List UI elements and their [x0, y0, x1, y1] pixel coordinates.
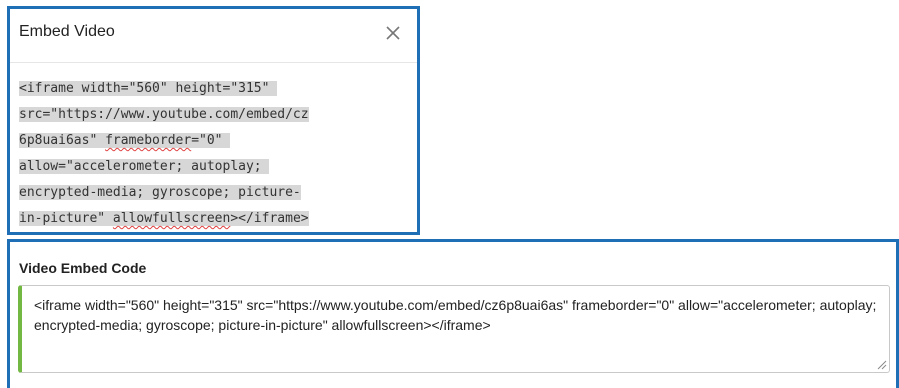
code-line: 6p8uai6as" frameborder="0": [19, 128, 369, 154]
misspelled-word: allowfullscreen: [112, 211, 231, 226]
close-button[interactable]: [383, 23, 403, 43]
selected-text: allow="accelerometer; autoplay;: [19, 159, 270, 174]
misspelled-word: frameborder: [105, 133, 192, 148]
dialog-title: Embed Video: [19, 23, 115, 40]
dialog-header: Embed Video: [10, 9, 417, 63]
code-segment: encrypted-media; gyroscope; picture-: [19, 185, 301, 200]
code-segment: in-picture": [19, 211, 113, 226]
code-line: <iframe width="560" height="315": [19, 76, 369, 102]
selected-text: in-picture" allowfullscreen></iframe>: [19, 211, 309, 226]
field-label: Video Embed Code: [19, 260, 147, 276]
code-segment: allow="accelerometer; autoplay;: [19, 159, 270, 174]
code-line: in-picture" allowfullscreen></iframe>: [19, 206, 369, 232]
code-line: allow="accelerometer; autoplay;: [19, 154, 369, 180]
embed-video-dialog: Embed Video <iframe width="560" height="…: [7, 6, 420, 235]
close-icon: [386, 26, 400, 40]
video-embed-code-panel: Video Embed Code <iframe width="560" hei…: [7, 239, 899, 388]
code-line: src="https://www.youtube.com/embed/cz: [19, 102, 369, 128]
selected-text: encrypted-media; gyroscope; picture-: [19, 185, 301, 200]
selected-text: src="https://www.youtube.com/embed/cz: [19, 107, 309, 122]
code-segment: ="0": [191, 133, 231, 148]
embed-code-textarea[interactable]: <iframe width="560" height="315" src="ht…: [18, 285, 890, 373]
code-segment: 6p8uai6as": [19, 133, 106, 148]
code-line: encrypted-media; gyroscope; picture-: [19, 180, 369, 206]
selected-text: <iframe width="560" height="315": [19, 81, 278, 96]
embed-code-value: <iframe width="560" height="315" src="ht…: [34, 297, 877, 333]
embed-code-text[interactable]: <iframe width="560" height="315" src="ht…: [19, 76, 369, 232]
code-segment: src="https://www.youtube.com/embed/cz: [19, 107, 309, 122]
selected-text: 6p8uai6as" frameborder="0": [19, 133, 231, 148]
resize-handle-icon[interactable]: [877, 360, 887, 370]
code-segment: <iframe width="560" height="315": [19, 81, 278, 96]
code-segment: ></iframe>: [230, 211, 309, 226]
